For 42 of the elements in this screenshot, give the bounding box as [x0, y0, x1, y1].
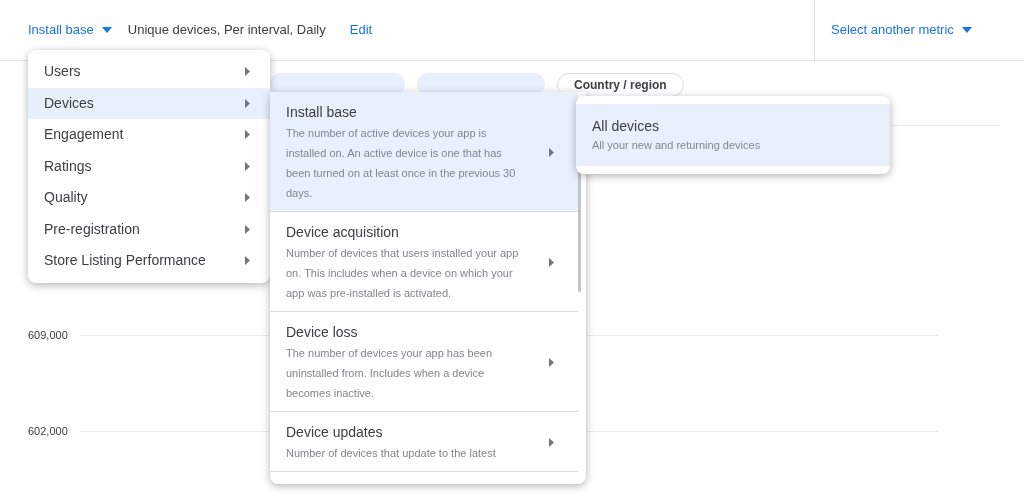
- metric-dropdown[interactable]: Install base: [28, 20, 112, 40]
- submenu-arrow-icon: [245, 67, 250, 77]
- select-metric-dropdown[interactable]: Select another metric: [831, 20, 972, 40]
- edit-link[interactable]: Edit: [349, 20, 373, 40]
- filter-chip[interactable]: [417, 73, 545, 95]
- submenu-arrow-icon: [549, 438, 554, 447]
- menu-item[interactable]: Quality: [28, 182, 270, 214]
- metric-description: Number of devices that update to the latest: [286, 446, 497, 461]
- submenu-title: All devices: [592, 117, 660, 136]
- menu-item[interactable]: Pre-registration: [28, 213, 270, 245]
- filter-chip[interactable]: [270, 73, 405, 95]
- submenu-arrow-icon: [549, 258, 554, 267]
- submenu-arrow-icon: [245, 98, 250, 108]
- metric-menu-item[interactable]: Install base The number of active devices your app is installed on. An active device is one that has been turned on at least once in the previous 30 days.: [270, 92, 578, 212]
- y-axis-label: 602,000: [28, 424, 69, 439]
- y-axis-label: 609,000: [28, 328, 69, 343]
- metric-description: The number of active devices your app is installed on. An active device is one that has been turned on at least once in the previous 30 days.: [286, 126, 517, 201]
- menu-item[interactable]: Users: [28, 56, 270, 88]
- submenu-arrow-icon: [245, 193, 250, 203]
- submenu-arrow-icon: [245, 130, 250, 140]
- submenu-arrow-icon: [245, 161, 250, 171]
- metric-title: Device acquisition: [286, 223, 400, 242]
- dropdown-caret-icon: [961, 27, 972, 33]
- metric-title: Device loss: [286, 323, 359, 342]
- submenu-arrow-icon: [549, 148, 554, 157]
- menu-item[interactable]: Engagement: [28, 119, 270, 151]
- metric-description: The number of devices your app has been uninstalled from. Includes when a device becomes inactive.: [286, 346, 494, 401]
- metric-title: Device updates: [286, 423, 384, 442]
- metric-description: Number of devices that users installed your app on. This includes when a device on which your app was pre-installed is activated.: [286, 246, 520, 301]
- metric-title: Install base: [286, 103, 358, 122]
- submenu-item[interactable]: All devices All your new and returning devices: [576, 104, 890, 166]
- submenu-arrow-icon: [245, 224, 250, 234]
- menu-item[interactable]: Devices: [28, 87, 270, 119]
- metric-details: Unique devices, Per interval, Daily: [127, 21, 326, 40]
- metric-menu-item[interactable]: Device updates Number of devices that update to the latest: [270, 412, 578, 472]
- menu-item[interactable]: Store Listing Performance: [28, 245, 270, 277]
- submenu-arrow-icon: [245, 256, 250, 266]
- menu-item[interactable]: Ratings: [28, 150, 270, 182]
- submenu-description: All your new and returning devices: [592, 138, 762, 153]
- submenu-arrow-icon: [549, 358, 554, 367]
- dropdown-caret-icon: [101, 27, 112, 33]
- metric-menu-item[interactable]: Device loss The number of devices your app has been uninstalled from. Includes when a device becomes inactive.: [270, 312, 578, 412]
